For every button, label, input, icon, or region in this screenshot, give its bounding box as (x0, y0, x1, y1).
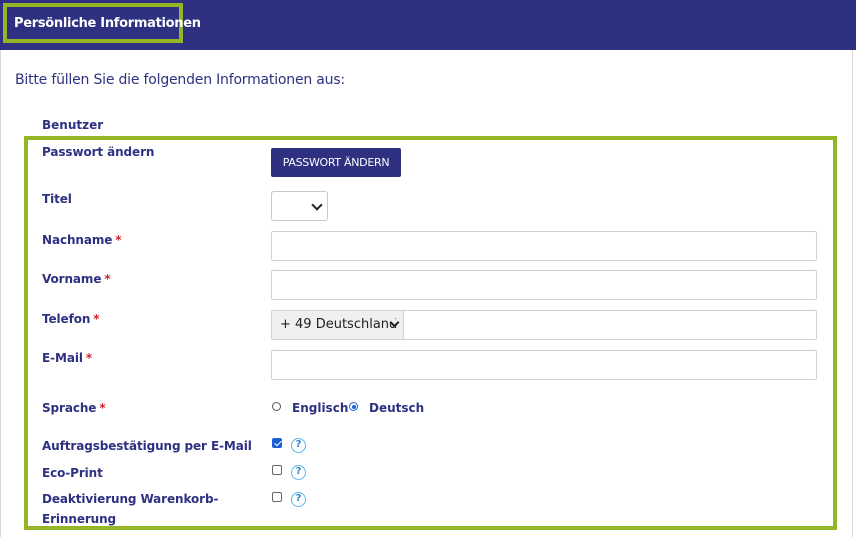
email-label-text: E-Mail (42, 351, 83, 365)
phone-field: + 49 Deutschland (271, 310, 817, 340)
lastname-label-text: Nachname (42, 233, 113, 247)
cart-reminder-label: Deaktivierung Warenkorb- (42, 492, 218, 506)
password-label: Passwort ändern (42, 145, 154, 159)
change-password-button[interactable]: PASSWORT ÄNDERN (271, 148, 401, 177)
chevron-down-icon (311, 199, 323, 211)
language-label-text: Sprache (42, 401, 97, 415)
eco-print-label-text: Eco-Print (42, 466, 103, 480)
password-label-text: Passwort ändern (42, 145, 155, 159)
phone-label: Telefon * (42, 312, 100, 326)
eco-print-label: Eco-Print (42, 466, 103, 480)
intro-text: Bitte füllen Sie die folgenden Informati… (15, 72, 345, 88)
email-input[interactable] (271, 350, 817, 380)
title-select[interactable] (271, 191, 328, 221)
language-english-label[interactable]: Englisch (292, 401, 348, 415)
tab-personal-information[interactable]: Persönliche Informationen (3, 3, 201, 43)
help-icon[interactable]: ? (291, 492, 306, 507)
required-mark: * (85, 351, 93, 365)
required-mark: * (115, 233, 122, 247)
phone-country-select[interactable]: + 49 Deutschland (272, 311, 404, 339)
order-confirmation-label-text: Auftragsbestätigung per E-Mail (42, 439, 252, 453)
required-mark: * (93, 312, 100, 326)
language-label: Sprache * (42, 401, 106, 415)
order-confirmation-label: Auftragsbestätigung per E-Mail (42, 439, 252, 453)
help-icon[interactable]: ? (291, 465, 306, 480)
firstname-input[interactable] (271, 270, 817, 300)
lastname-label: Nachname * (42, 233, 122, 247)
cart-reminder-label-line1: Deaktivierung Warenkorb- (42, 492, 219, 506)
lastname-input[interactable] (271, 231, 817, 261)
language-german-label[interactable]: Deutsch (369, 401, 424, 415)
language-german-radio[interactable] (349, 402, 358, 411)
section-label-user: Benutzer (42, 118, 104, 132)
phone-country-value: + 49 Deutschland (280, 317, 398, 332)
phone-label-text: Telefon (42, 312, 91, 326)
cart-reminder-checkbox[interactable] (272, 492, 282, 502)
help-icon[interactable]: ? (291, 438, 306, 453)
email-label: E-Mail * (42, 351, 92, 365)
title-label: Titel (42, 192, 72, 206)
title-label-text: Titel (42, 192, 72, 206)
eco-print-checkbox[interactable] (272, 465, 282, 475)
cart-reminder-label-line2: Erinnerung (42, 512, 117, 526)
language-english-radio[interactable] (272, 402, 281, 411)
order-confirmation-checkbox[interactable] (272, 438, 282, 448)
required-mark: * (99, 401, 106, 415)
firstname-label-text: Vorname (42, 272, 102, 286)
cart-reminder-label-continued: Erinnerung (42, 512, 116, 526)
required-mark: * (104, 272, 111, 286)
firstname-label: Vorname * (42, 272, 111, 286)
